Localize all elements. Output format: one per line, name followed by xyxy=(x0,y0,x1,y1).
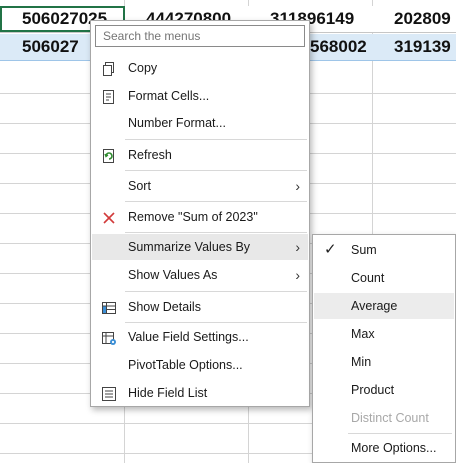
menu-separator xyxy=(125,170,307,171)
menu-item-label: Refresh xyxy=(128,148,172,162)
menu-item-label: Remove "Sum of 2023" xyxy=(128,210,258,224)
submenu-item-label: Product xyxy=(351,383,395,397)
submenu-item-label: Average xyxy=(351,299,398,313)
menu-item-label: Format Cells... xyxy=(128,89,210,103)
search-menus-input[interactable] xyxy=(95,25,305,47)
menu-item-label: Sort xyxy=(128,179,151,193)
menu-item-number-format[interactable]: Number Format... xyxy=(92,110,308,136)
menu-item-refresh[interactable]: Refresh xyxy=(92,142,308,168)
menu-item-label: Copy xyxy=(128,61,158,75)
chevron-right-icon: › xyxy=(295,267,300,283)
menu-separator xyxy=(125,139,307,140)
chevron-right-icon: › xyxy=(295,239,300,255)
menu-separator xyxy=(125,201,307,202)
menu-separator xyxy=(125,291,307,292)
chevron-right-icon: › xyxy=(295,178,300,194)
submenu-item-label: Sum xyxy=(351,243,377,257)
submenu-item-count[interactable]: Count xyxy=(314,265,454,291)
menu-item-pivottable-options[interactable]: PivotTable Options... xyxy=(92,352,308,378)
menu-separator xyxy=(125,232,307,233)
menu-item-label: Value Field Settings... xyxy=(128,330,249,344)
menu-item-copy[interactable]: Copy xyxy=(92,55,308,81)
menu-item-label: Summarize Values By xyxy=(128,240,251,254)
menu-item-label: Show Details xyxy=(128,300,201,314)
submenu-item-label: Distinct Count xyxy=(351,411,429,425)
menu-item-hide-field-list[interactable]: Hide Field List xyxy=(92,380,308,406)
value-field-settings-icon xyxy=(101,329,117,345)
submenu-item-product[interactable]: Product xyxy=(314,377,454,403)
submenu-item-label: Max xyxy=(351,327,375,341)
submenu-item-more-options[interactable]: More Options... xyxy=(314,435,454,461)
menu-item-value-field-settings[interactable]: Value Field Settings... xyxy=(92,324,308,350)
menu-item-summarize-values-by[interactable]: Summarize Values By › xyxy=(92,234,308,260)
submenu-item-label: More Options... xyxy=(351,441,437,455)
menu-item-show-values-as[interactable]: Show Values As › xyxy=(92,262,308,288)
table-cell[interactable]: 202809 xyxy=(372,6,456,32)
submenu-item-min[interactable]: Min xyxy=(314,349,454,375)
table-cell[interactable]: 319139 xyxy=(372,34,456,60)
refresh-icon xyxy=(101,147,117,163)
menu-item-show-details[interactable]: Show Details xyxy=(92,294,308,320)
field-list-icon xyxy=(101,385,117,401)
menu-item-sort[interactable]: Sort › xyxy=(92,173,308,199)
menu-item-format-cells[interactable]: Format Cells... xyxy=(92,83,308,109)
submenu-item-label: Count xyxy=(351,271,385,285)
submenu-item-label: Min xyxy=(351,355,372,369)
format-cells-icon xyxy=(101,88,117,104)
menu-item-label: PivotTable Options... xyxy=(128,358,243,372)
submenu-item-max[interactable]: Max xyxy=(314,321,454,347)
submenu-item-sum[interactable]: ✓ Sum xyxy=(314,237,454,263)
copy-icon xyxy=(101,60,117,76)
checkmark-icon: ✓ xyxy=(324,241,337,258)
summarize-submenu: ✓ Sum Count Average Max Min Product Dist… xyxy=(312,234,456,463)
menu-item-remove[interactable]: Remove "Sum of 2023" xyxy=(92,204,308,230)
menu-separator xyxy=(125,322,307,323)
context-menu: Copy Format Cells... Number Format... Re… xyxy=(90,20,310,407)
menu-separator xyxy=(348,433,452,434)
menu-item-label: Hide Field List xyxy=(128,386,208,400)
submenu-item-distinct-count: Distinct Count xyxy=(314,405,454,431)
remove-x-icon xyxy=(101,209,117,225)
show-details-icon xyxy=(101,299,117,315)
menu-item-label: Number Format... xyxy=(128,116,226,130)
submenu-item-average[interactable]: Average xyxy=(314,293,454,319)
menu-item-label: Show Values As xyxy=(128,268,218,282)
